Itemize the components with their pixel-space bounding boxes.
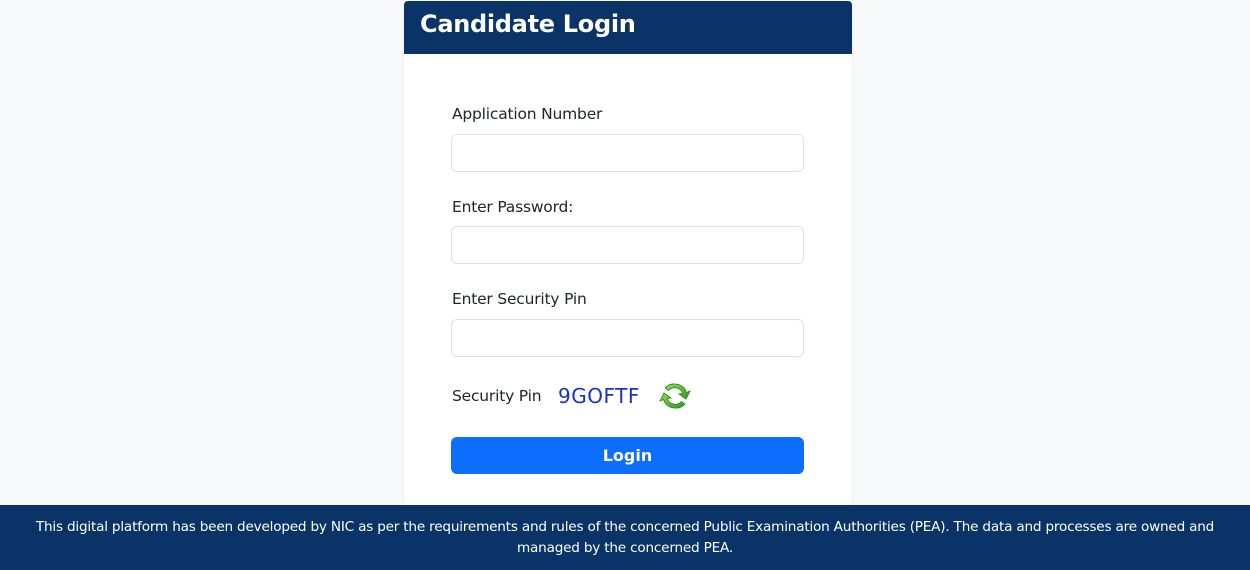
application-number-label: Application Number — [452, 105, 603, 123]
security-pin-label: Enter Security Pin — [452, 290, 587, 308]
application-number-input[interactable] — [451, 134, 804, 172]
security-pin-input[interactable] — [451, 319, 804, 357]
page: Candidate Login Application Number Enter… — [0, 0, 1250, 570]
card-header: Candidate Login — [404, 1, 852, 54]
captcha-row: Security Pin 9GOFTF — [452, 379, 805, 415]
password-label: Enter Password: — [452, 198, 574, 216]
login-card: Candidate Login Application Number Enter… — [404, 1, 852, 521]
captcha-label: Security Pin — [452, 387, 542, 405]
footer: This digital platform has been developed… — [0, 505, 1250, 570]
password-input[interactable] — [451, 226, 804, 264]
footer-text: This digital platform has been developed… — [35, 518, 1215, 556]
card-title: Candidate Login — [420, 10, 636, 38]
login-button[interactable]: Login — [451, 437, 804, 474]
refresh-icon[interactable] — [659, 380, 691, 412]
captcha-code: 9GOFTF — [558, 384, 640, 408]
